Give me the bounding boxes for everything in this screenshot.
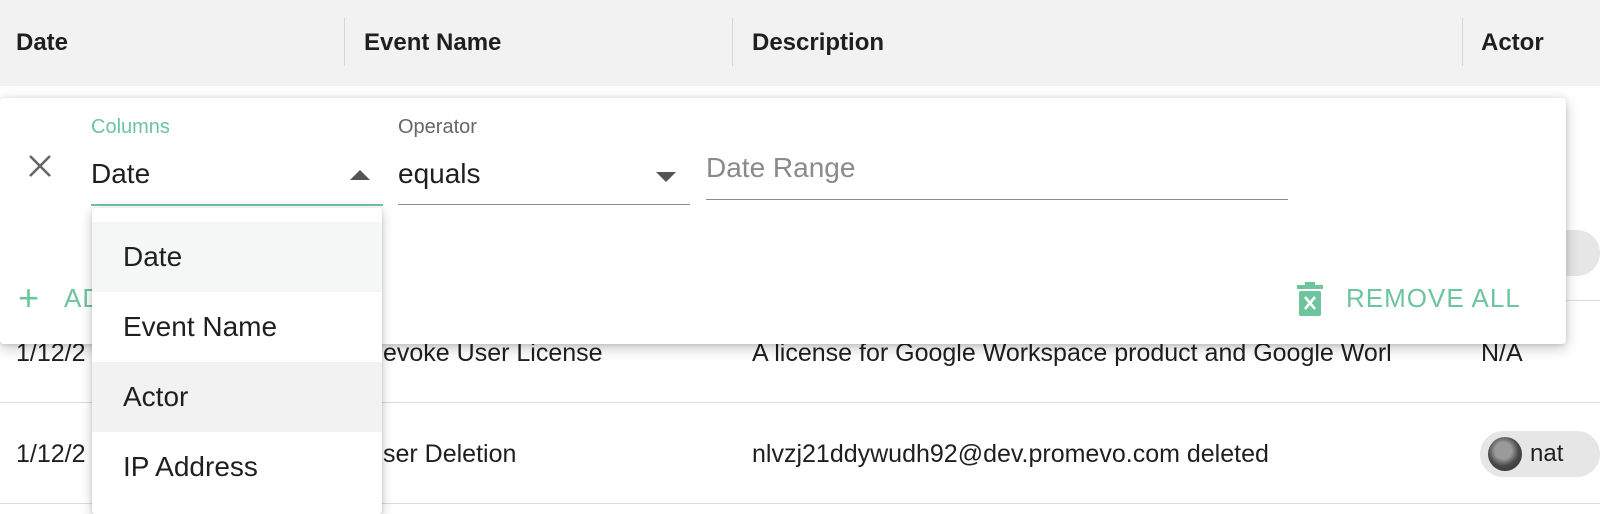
date-range-underline: [706, 199, 1288, 200]
option-event-name[interactable]: Event Name: [92, 292, 382, 362]
columns-select[interactable]: Date: [91, 158, 150, 190]
column-header-event-name[interactable]: Event Name: [364, 0, 501, 86]
cell-description: nlvzj21ddywudh92@dev.promevo.com deleted: [752, 440, 1269, 468]
operator-label: Operator: [398, 116, 477, 138]
column-header-date[interactable]: Date: [16, 0, 68, 86]
avatar: [1488, 437, 1522, 471]
columns-underline: [91, 204, 383, 206]
remove-all-button[interactable]: REMOVE ALL: [1296, 278, 1536, 318]
remove-all-label: REMOVE ALL: [1346, 283, 1521, 313]
actor-chip[interactable]: nat: [1480, 431, 1600, 477]
column-separator[interactable]: [732, 18, 733, 66]
trash-icon: [1297, 282, 1323, 316]
date-range-input[interactable]: Date Range: [706, 152, 855, 184]
column-header-actor[interactable]: Actor: [1481, 0, 1544, 86]
table-header: Date Event Name Description Actor: [0, 0, 1600, 86]
column-separator[interactable]: [344, 18, 345, 66]
cell-event-name: ser Deletion: [383, 440, 517, 468]
close-icon[interactable]: [24, 150, 56, 182]
option-ip-address[interactable]: IP Address: [92, 432, 382, 502]
column-separator[interactable]: [1462, 18, 1463, 66]
option-actor[interactable]: Actor: [92, 362, 382, 432]
actor-chip-label: nat: [1530, 440, 1564, 467]
columns-label: Columns: [91, 116, 170, 138]
operator-select[interactable]: equals: [398, 158, 481, 190]
arrow-down-icon[interactable]: [656, 172, 676, 182]
columns-dropdown-menu: Date Event Name Actor IP Address: [92, 208, 382, 514]
arrow-up-icon[interactable]: [350, 170, 370, 180]
option-date[interactable]: Date: [92, 222, 382, 292]
column-header-description[interactable]: Description: [752, 0, 884, 86]
operator-underline: [398, 204, 690, 205]
plus-icon: +: [18, 277, 40, 318]
